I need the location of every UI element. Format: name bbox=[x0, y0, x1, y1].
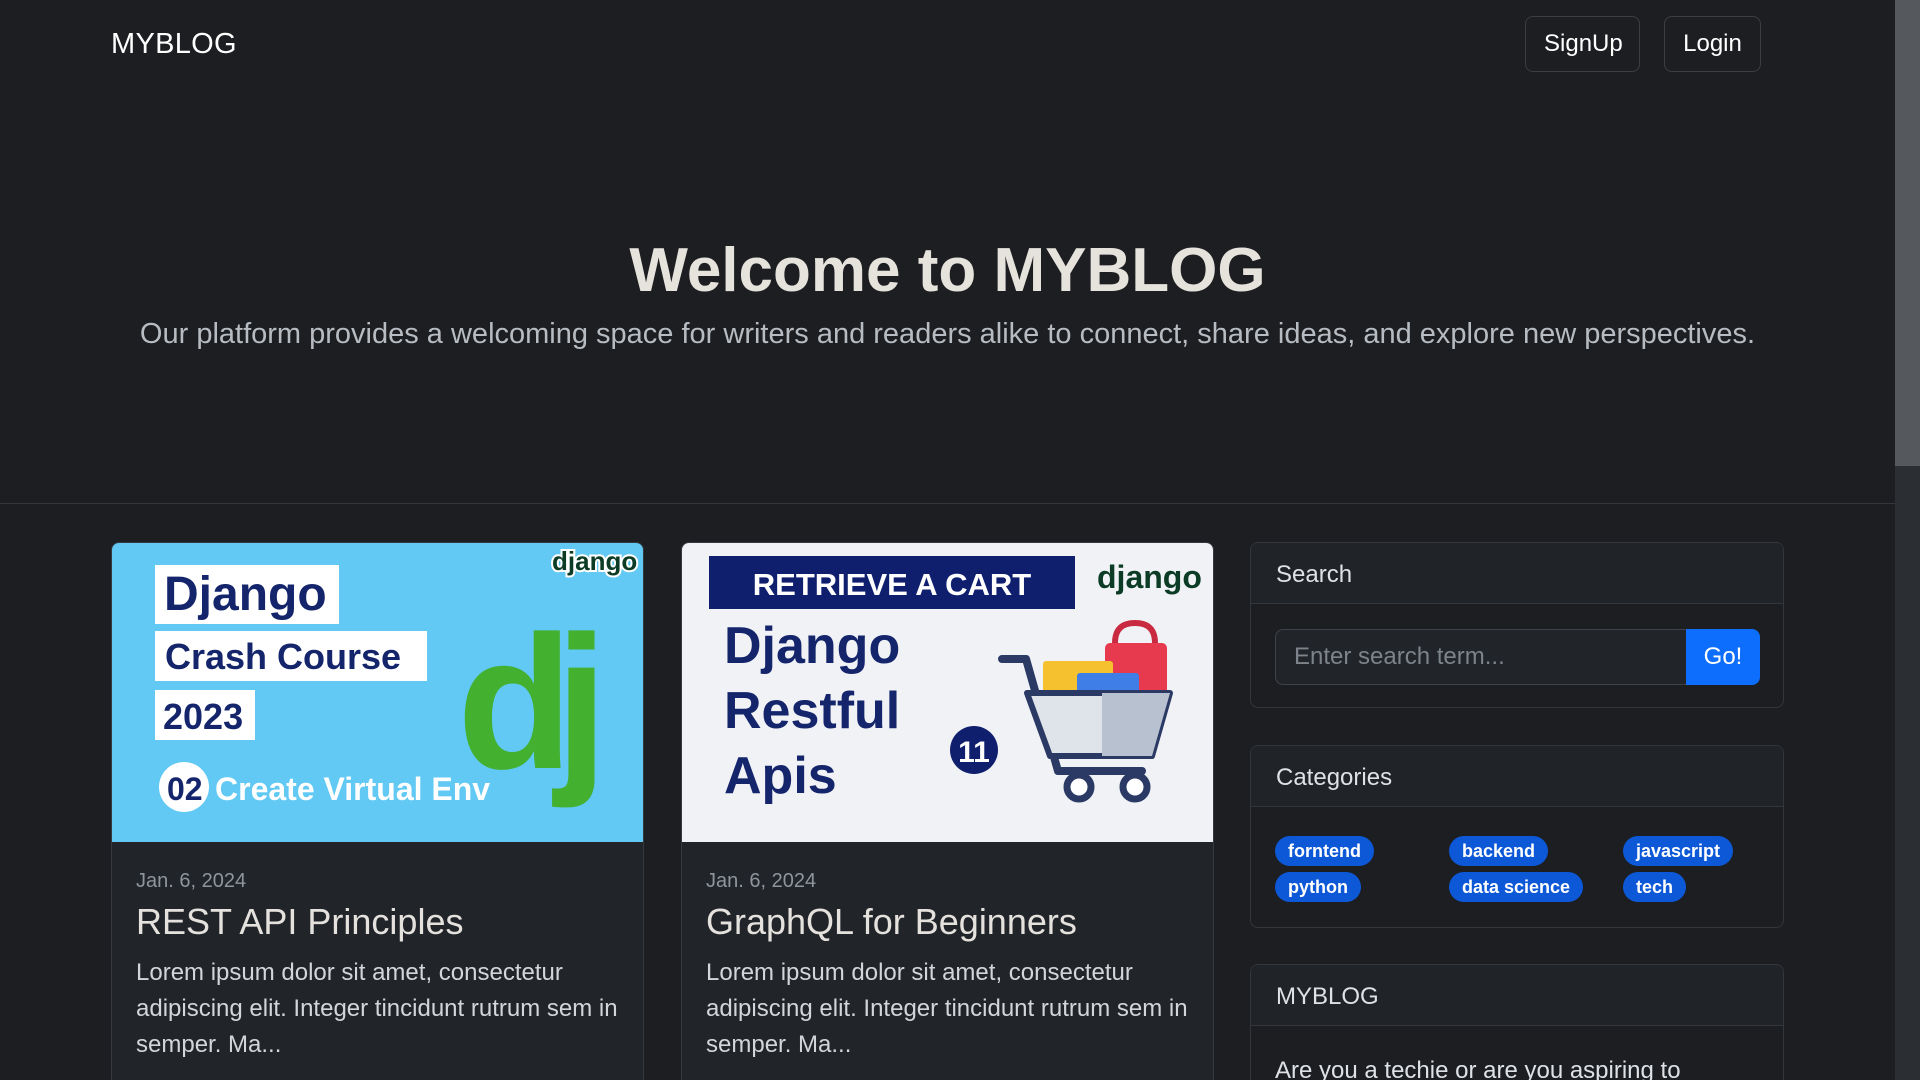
post-card[interactable]: RETRIEVE A CART django Django Restful Ap… bbox=[681, 542, 1214, 1080]
thumb-episode: 11 bbox=[958, 736, 990, 769]
categories-widget: Categories forntend backend javascript p… bbox=[1250, 745, 1784, 928]
category-tag-python[interactable]: python bbox=[1275, 872, 1361, 902]
hero-section: Welcome to MYBLOG Our platform provides … bbox=[0, 90, 1895, 504]
post-excerpt: Lorem ipsum dolor sit amet, consectetur … bbox=[706, 959, 1188, 1058]
about-widget: MYBLOG Are you a techie or are you aspir… bbox=[1250, 964, 1784, 1080]
brand-link[interactable]: MYBLOG bbox=[111, 28, 237, 61]
about-widget-heading: MYBLOG bbox=[1251, 965, 1783, 1026]
post-title[interactable]: GraphQL for Beginners bbox=[706, 901, 1189, 943]
thumb-episode: 02 bbox=[167, 771, 203, 807]
post-title[interactable]: REST API Principles bbox=[136, 901, 619, 943]
login-button[interactable]: Login bbox=[1664, 16, 1761, 72]
thumb-label-year: 2023 bbox=[163, 696, 243, 737]
category-tag-backend[interactable]: backend bbox=[1449, 836, 1549, 866]
post-thumbnail[interactable]: RETRIEVE A CART django Django Restful Ap… bbox=[682, 543, 1214, 842]
post-thumbnail[interactable]: django dj Django Crash Course 2023 02 Cr… bbox=[112, 543, 644, 842]
thumb-caption: Create Virtual Env bbox=[215, 771, 490, 807]
category-tag-data-science[interactable]: data science bbox=[1449, 872, 1584, 902]
search-widget: Search Go! bbox=[1250, 542, 1784, 708]
page-scrollbar[interactable] bbox=[1895, 0, 1920, 1080]
category-tag-tech[interactable]: tech bbox=[1623, 872, 1687, 902]
post-date: Jan. 6, 2024 bbox=[706, 870, 817, 892]
search-form: Go! bbox=[1275, 629, 1760, 685]
thumb-line-1: Django bbox=[724, 617, 900, 675]
categories-widget-heading: Categories bbox=[1251, 746, 1783, 807]
thumb-label-crash-course: Crash Course bbox=[165, 636, 401, 677]
post-body: Jan. 6, 2024 GraphQL for Beginners Lorem… bbox=[706, 870, 1189, 1063]
about-text: Are you a techie or are you aspiring to bbox=[1275, 1057, 1681, 1080]
search-go-button[interactable]: Go! bbox=[1686, 629, 1760, 685]
thumb-line-3: Apis bbox=[724, 747, 837, 805]
category-tag-frontend[interactable]: forntend bbox=[1275, 836, 1374, 866]
category-tag-javascript[interactable]: javascript bbox=[1623, 836, 1734, 866]
hero-subtitle: Our platform provides a welcoming space … bbox=[139, 318, 1756, 350]
search-input[interactable] bbox=[1275, 629, 1686, 685]
post-excerpt: Lorem ipsum dolor sit amet, consectetur … bbox=[136, 959, 618, 1058]
django-logo: django bbox=[552, 546, 637, 576]
navbar: MYBLOG SignUp Login bbox=[0, 0, 1895, 90]
hero-title: Welcome to MYBLOG bbox=[629, 236, 1266, 305]
search-widget-heading: Search bbox=[1251, 543, 1783, 604]
thumb-label-django: Django bbox=[164, 568, 327, 621]
thumb-banner: RETRIEVE A CART bbox=[753, 567, 1032, 602]
scrollbar-thumb[interactable] bbox=[1895, 0, 1920, 466]
thumb-line-2: Restful bbox=[724, 682, 900, 740]
django-logo: django bbox=[1097, 559, 1202, 595]
post-card[interactable]: django dj Django Crash Course 2023 02 Cr… bbox=[111, 542, 644, 1080]
post-body: Jan. 6, 2024 REST API Principles Lorem i… bbox=[136, 870, 619, 1063]
signup-button[interactable]: SignUp bbox=[1525, 16, 1640, 72]
post-date: Jan. 6, 2024 bbox=[136, 870, 247, 892]
